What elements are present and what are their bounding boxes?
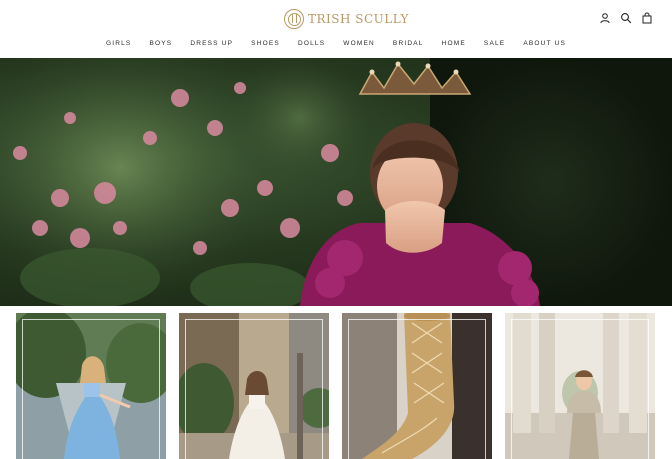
brand-logo[interactable]: TRISH SCULLY xyxy=(284,8,409,30)
girl-in-white-dress-image xyxy=(179,313,329,459)
boy-in-suit-image xyxy=(505,313,655,459)
collection-tile[interactable] xyxy=(179,313,329,459)
collection-tile[interactable] xyxy=(342,313,492,459)
hero-banner[interactable] xyxy=(0,58,672,306)
nav-about-us[interactable]: ABOUT US xyxy=(514,39,575,51)
gold-lace-boots-image xyxy=(342,313,492,459)
nav-boys[interactable]: BOYS xyxy=(140,39,181,51)
nav-sale[interactable]: SALE xyxy=(475,39,514,51)
brand-name: TRISH SCULLY xyxy=(308,12,409,26)
collection-tiles xyxy=(16,313,656,459)
main-nav: GIRLS BOYS DRESS UP SHOES DOLLS WOMEN BR… xyxy=(0,39,672,51)
monogram-icon xyxy=(284,9,304,29)
cart-icon[interactable] xyxy=(641,12,653,24)
collection-tile[interactable] xyxy=(505,313,655,459)
nav-home[interactable]: HOME xyxy=(433,39,475,51)
nav-girls[interactable]: GIRLS xyxy=(97,39,141,51)
search-icon[interactable] xyxy=(620,12,632,24)
nav-dolls[interactable]: DOLLS xyxy=(289,39,334,51)
nav-bridal[interactable]: BRIDAL xyxy=(384,39,433,51)
nav-dress-up[interactable]: DRESS UP xyxy=(181,39,242,51)
account-icon[interactable] xyxy=(599,12,611,24)
site-header: TRISH SCULLY GIRLS BOYS DRESS UP SHOES D… xyxy=(0,0,672,58)
girl-in-blue-gown-image xyxy=(16,313,166,459)
nav-women[interactable]: WOMEN xyxy=(334,39,384,51)
nav-shoes[interactable]: SHOES xyxy=(242,39,289,51)
header-actions xyxy=(599,12,653,24)
hero-image xyxy=(0,58,672,306)
collection-tile[interactable] xyxy=(16,313,166,459)
